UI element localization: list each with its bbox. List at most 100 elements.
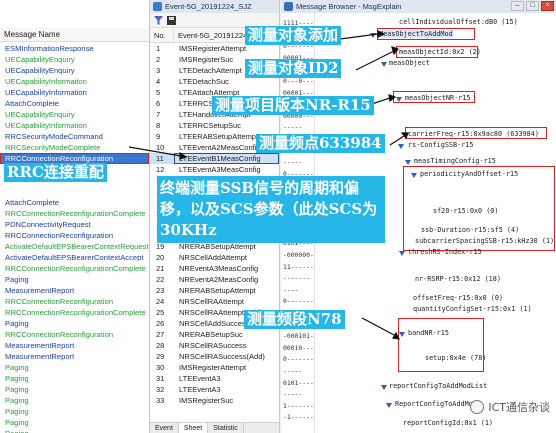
tree-report-config-mod[interactable]: ReportConfigToAddMod [395, 400, 477, 408]
annotation-meas-object-add: 测量对象添加 [245, 26, 342, 46]
expand-triangle-icon[interactable] [381, 385, 387, 390]
message-list-item[interactable]: UECapabilityEnquiry [0, 109, 149, 120]
message-list-item[interactable]: Paging [0, 318, 149, 329]
event-table-row[interactable]: 12 LTEEventA3MeasConfig [150, 164, 279, 175]
message-list-item[interactable]: Paging [0, 373, 149, 384]
message-list-item[interactable]: UECapabilityInformation [0, 87, 149, 98]
expand-triangle-icon[interactable] [386, 403, 392, 408]
message-list-item[interactable]: RRCConnectionReconfigurationComplete [0, 263, 149, 274]
event-row-number: 24 [156, 297, 165, 306]
message-list-item[interactable]: AttachComplete [0, 98, 149, 109]
message-list-item[interactable]: RRCSecurityModeComplete [0, 142, 149, 153]
expand-triangle-icon[interactable] [399, 251, 405, 256]
message-list-item[interactable]: Paging [0, 362, 149, 373]
message-name-column-header[interactable]: Message Name [0, 28, 149, 42]
message-list-item[interactable]: PDNConnectivityRequest [0, 219, 149, 230]
event-table-row[interactable]: 23 NRERABSetupAttempt [150, 285, 279, 296]
annotation-freq-point: 测量频点633984 [256, 134, 385, 154]
tree-rs-config-ssb[interactable]: rs-ConfigSSB-r15 [408, 141, 473, 149]
tree-meas-object[interactable]: measObject [389, 59, 430, 67]
tree-thresh-rs[interactable]: threshRS-Index-r15 [408, 248, 482, 256]
event-table-row[interactable]: 33 IMSRegisterSuc [150, 395, 279, 406]
hex-line: -000101- [283, 332, 314, 341]
event-table-row[interactable]: 29 NRSCellRASuccess(Add) [150, 351, 279, 362]
col-no-header[interactable]: No. [150, 28, 174, 42]
minimize-button[interactable]: – [511, 1, 524, 11]
event-table-row[interactable]: 32 LTEEventA3 [150, 384, 279, 395]
save-icon[interactable] [167, 16, 176, 25]
event-row-number: 25 [156, 308, 165, 317]
message-list-item[interactable]: Paging [0, 274, 149, 285]
message-list-pane: Message Name ESMInformationResponse UECap… [0, 0, 150, 433]
message-list-item[interactable]: UECapabilityEnquiry [0, 65, 149, 76]
message-list-item[interactable]: Paging [0, 428, 149, 433]
event-table-row[interactable]: 31 LTEEventA3 [150, 373, 279, 384]
expand-triangle-icon[interactable] [405, 160, 411, 165]
message-list-item[interactable]: UECapabilityEnquiry [0, 54, 149, 65]
event-row-number: 9 [156, 132, 161, 141]
message-list-item[interactable]: UECapabilityInformation [0, 120, 149, 131]
message-list-item[interactable]: Paging [0, 406, 149, 417]
message-list-item[interactable]: RRCConnectionReconfiguration [0, 329, 149, 340]
message-list-item[interactable]: RRCSecurityModeCommand [0, 131, 149, 142]
tree-cell-individual-offset[interactable]: cellIndividualOffset:dB0 (15) [399, 18, 518, 26]
event-row-number: 26 [156, 319, 165, 328]
tree-meas-timing-config[interactable]: measTimingConfig-r15 [414, 157, 496, 165]
tree-report-config-list[interactable]: reportConfigToAddModList [389, 382, 487, 390]
message-list-item[interactable]: ActivateDefaultEPSBearerContextRequest [0, 241, 149, 252]
tab-statistic[interactable]: Statistic [208, 423, 244, 433]
event-row-number: 30 [156, 363, 165, 372]
expand-triangle-icon[interactable] [381, 62, 387, 67]
highlight-box-nr-r15 [393, 91, 475, 103]
hex-line: 00010--- [283, 343, 314, 352]
event-table-row[interactable]: 28 NRSCellRASuccess [150, 340, 279, 351]
event-row-number: 5 [156, 88, 161, 97]
event-table-row[interactable]: 27 NRERABSetupSuc [150, 329, 279, 340]
tree-offset-freq[interactable]: offsetFreq-r15:0x0 (0) [413, 294, 503, 302]
event-row-number: 6 [156, 99, 161, 108]
maximize-button[interactable]: □ [526, 1, 539, 11]
tree-ssb-duration[interactable]: ssb-Duration-r15:sf5 (4) [421, 226, 519, 234]
tree-subcarrier-spacing[interactable]: subcarrierSpacingSSB-r15:kHz30 (1) [415, 237, 554, 245]
message-list-item[interactable]: AttachComplete [0, 197, 149, 208]
message-list-item[interactable] [0, 186, 149, 197]
event-row-number: 21 [156, 264, 165, 273]
event-table-row[interactable]: 11 LTEEventB1MeasConfig [150, 153, 279, 164]
tab-event[interactable]: Event [150, 423, 179, 433]
message-list-item[interactable]: MeasurementReport [0, 351, 149, 362]
event-table-row[interactable]: 21 NREventA3MeasConfig [150, 263, 279, 274]
message-list-item[interactable]: RRCConnectionReconfiguration [0, 296, 149, 307]
event-table-row[interactable]: 30 IMSRegisterAttempt [150, 362, 279, 373]
tree-quantity-config[interactable]: quantityConfigSet-r15:0x1 (1) [413, 305, 532, 313]
watermark-logo-icon [470, 400, 485, 414]
message-browser-icon [284, 2, 293, 11]
expand-triangle-icon[interactable] [398, 144, 404, 149]
message-list-item[interactable]: MeasurementReport [0, 285, 149, 296]
message-list-item[interactable]: ActivateDefaultEPSBearerContextAccept [0, 252, 149, 263]
message-list-item[interactable]: UECapabilityInformation [0, 76, 149, 87]
hex-line: 0101---- [283, 378, 314, 387]
event-row-name: IMSRegisterSuc [179, 396, 234, 405]
filter-icon[interactable] [154, 16, 163, 25]
tree-nr-rsrp[interactable]: nr-RSRP-r15:0x12 (18) [415, 275, 501, 283]
message-list-item[interactable]: MeasurementReport [0, 340, 149, 351]
message-list-item[interactable]: Paging [0, 417, 149, 428]
tab-sheet[interactable]: Sheet [178, 423, 209, 433]
tree-sf20[interactable]: sf20-r15:0x0 (0) [433, 207, 498, 215]
hex-line: -1------ [283, 413, 314, 422]
left-top-area [0, 0, 149, 28]
message-list-item[interactable]: RRCConnectionReconfiguration [0, 230, 149, 241]
message-list-item[interactable]: Paging [0, 395, 149, 406]
message-list: ESMInformationResponse UECapabilityEnquir… [0, 43, 149, 433]
expand-triangle-icon[interactable] [370, 33, 376, 38]
event-table-row[interactable]: 24 NRSCellRAAttempt [150, 296, 279, 307]
event-table-row[interactable]: 20 NRSCellAddAttempt [150, 252, 279, 263]
message-list-item[interactable]: ESMInformationResponse [0, 43, 149, 54]
message-list-item[interactable]: RRCConnectionReconfigurationComplete [0, 208, 149, 219]
event-table-row[interactable]: 8 LTERRCSetupSuc [150, 120, 279, 131]
tree-report-config-id[interactable]: reportConfigId:0x1 (1) [403, 419, 493, 427]
message-list-item[interactable]: RRCConnectionReconfigurationComplete [0, 307, 149, 318]
event-table-row[interactable]: 22 NREventA2MeasConfig [150, 274, 279, 285]
close-button[interactable]: × [541, 1, 554, 11]
message-list-item[interactable]: Paging [0, 384, 149, 395]
